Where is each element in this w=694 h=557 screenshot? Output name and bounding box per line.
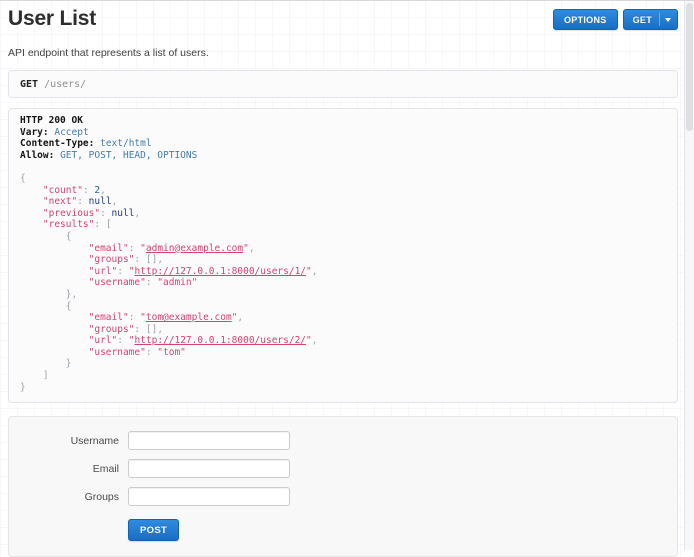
username-input[interactable] [128, 431, 290, 450]
groups-row: Groups [9, 487, 677, 506]
request-line-box: GET/users/ [8, 70, 678, 98]
email-label: Email [9, 463, 119, 475]
email-input[interactable] [128, 459, 290, 478]
scrollbar-track[interactable] [684, 1, 694, 550]
chevron-down-icon [665, 18, 671, 22]
request-method: GET [20, 79, 38, 90]
email-row: Email [9, 459, 677, 478]
post-form-panel: Username Email Groups POST [8, 416, 678, 557]
form-actions: POST [128, 519, 677, 541]
get-dropdown-toggle[interactable] [659, 13, 677, 26]
options-button[interactable]: OPTIONS [553, 9, 618, 30]
username-label: Username [9, 435, 119, 447]
post-button[interactable]: POST [128, 519, 179, 541]
page-header: User List OPTIONS GET [8, 1, 678, 31]
response-content: HTTP 200 OK Vary: Accept Content-Type: t… [20, 115, 666, 393]
response-panel: HTTP 200 OK Vary: Accept Content-Type: t… [8, 108, 678, 403]
json-url-link[interactable]: http://127.0.0.1:8000/users/1/ [134, 266, 306, 277]
page-title: User List [8, 7, 96, 31]
groups-label: Groups [9, 491, 119, 503]
header-buttons: OPTIONS GET [553, 9, 678, 30]
groups-input[interactable] [128, 487, 290, 506]
page-description: API endpoint that represents a list of u… [8, 47, 678, 59]
json-email-link[interactable]: admin@example.com [146, 243, 243, 254]
get-button[interactable]: GET [623, 9, 678, 30]
json-email-link[interactable]: tom@example.com [146, 312, 232, 323]
form-rows: Username Email Groups [9, 431, 677, 506]
get-button-label[interactable]: GET [624, 10, 659, 29]
json-url-link[interactable]: http://127.0.0.1:8000/users/2/ [134, 335, 306, 346]
username-row: Username [9, 431, 677, 450]
browsable-api-page: User List OPTIONS GET API endpoint that … [8, 1, 678, 557]
scrollbar-thumb[interactable] [686, 3, 693, 131]
request-path: /users/ [44, 79, 86, 90]
